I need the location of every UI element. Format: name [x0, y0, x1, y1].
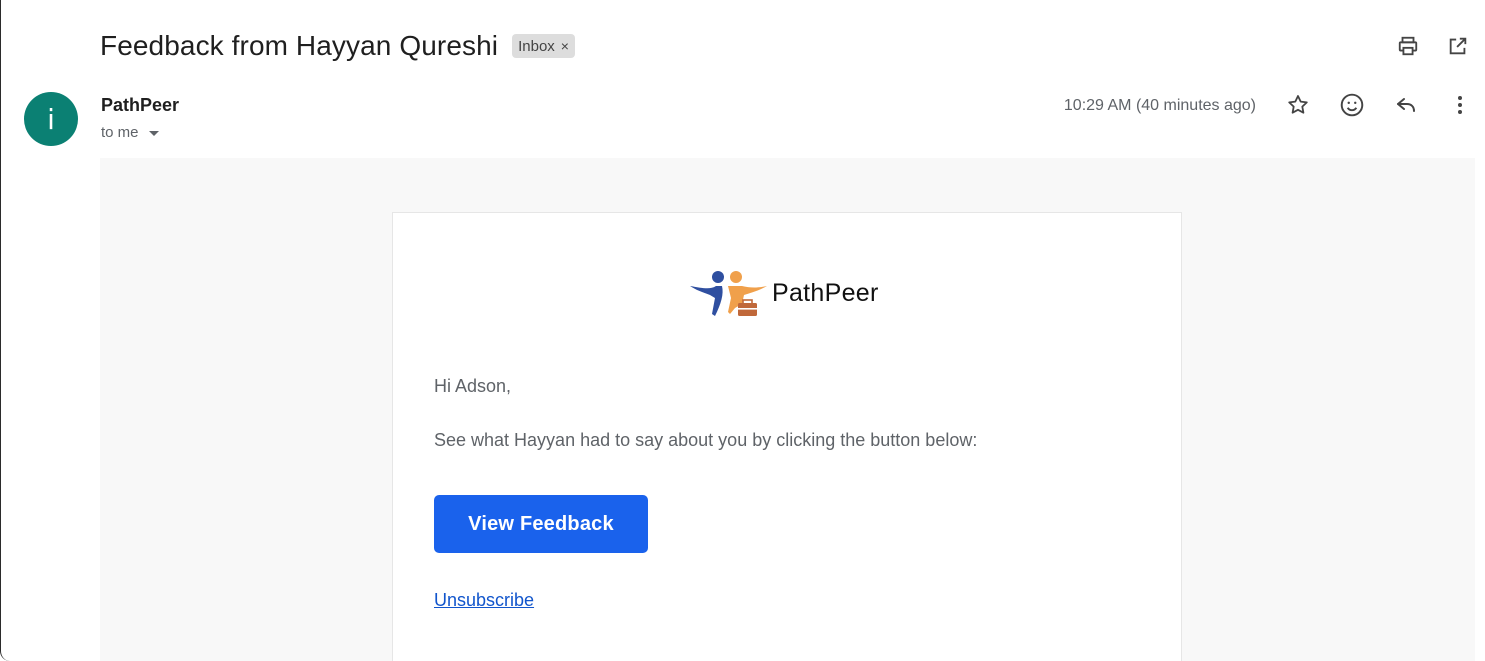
view-feedback-button[interactable]: View Feedback	[434, 495, 648, 553]
message-actions	[1285, 92, 1473, 118]
sender-name[interactable]: PathPeer	[101, 95, 179, 116]
email-viewer: Feedback from Hayyan Qureshi Inbox × i P…	[0, 0, 1485, 661]
more-options-icon[interactable]	[1447, 92, 1473, 118]
body-message: See what Hayyan had to say about you by …	[434, 430, 978, 450]
greeting-text: Hi Adson,	[434, 376, 512, 396]
star-icon[interactable]	[1285, 92, 1311, 118]
brand-logo: PathPeer	[688, 268, 879, 318]
recipient-text: to me	[101, 124, 139, 141]
email-timestamp: 10:29 AM (40 minutes ago)	[1063, 97, 1256, 114]
brand-name: PathPeer	[772, 278, 879, 307]
print-icon[interactable]	[1395, 33, 1421, 59]
subject-row: Feedback from Hayyan Qureshi Inbox ×	[100, 26, 575, 66]
open-in-new-window-icon[interactable]	[1445, 33, 1471, 59]
pathpeer-logo-icon	[690, 271, 767, 316]
emoji-react-icon[interactable]	[1339, 92, 1365, 118]
sender-avatar[interactable]: i	[24, 92, 78, 146]
thread-toolbar	[1395, 33, 1471, 59]
recipient-details-toggle[interactable]: to me	[101, 124, 159, 141]
chevron-down-icon	[148, 131, 159, 136]
reply-icon[interactable]	[1393, 92, 1419, 118]
inbox-label-chip[interactable]: Inbox ×	[512, 34, 575, 58]
unsubscribe-link[interactable]: Unsubscribe	[434, 590, 534, 611]
email-content-card: PathPeer Hi Adson, See what Hayyan had t…	[392, 212, 1182, 661]
email-subject: Feedback from Hayyan Qureshi	[100, 30, 499, 61]
remove-label-icon[interactable]: ×	[561, 38, 569, 54]
avatar-letter: i	[47, 102, 55, 136]
label-text: Inbox	[518, 37, 555, 55]
